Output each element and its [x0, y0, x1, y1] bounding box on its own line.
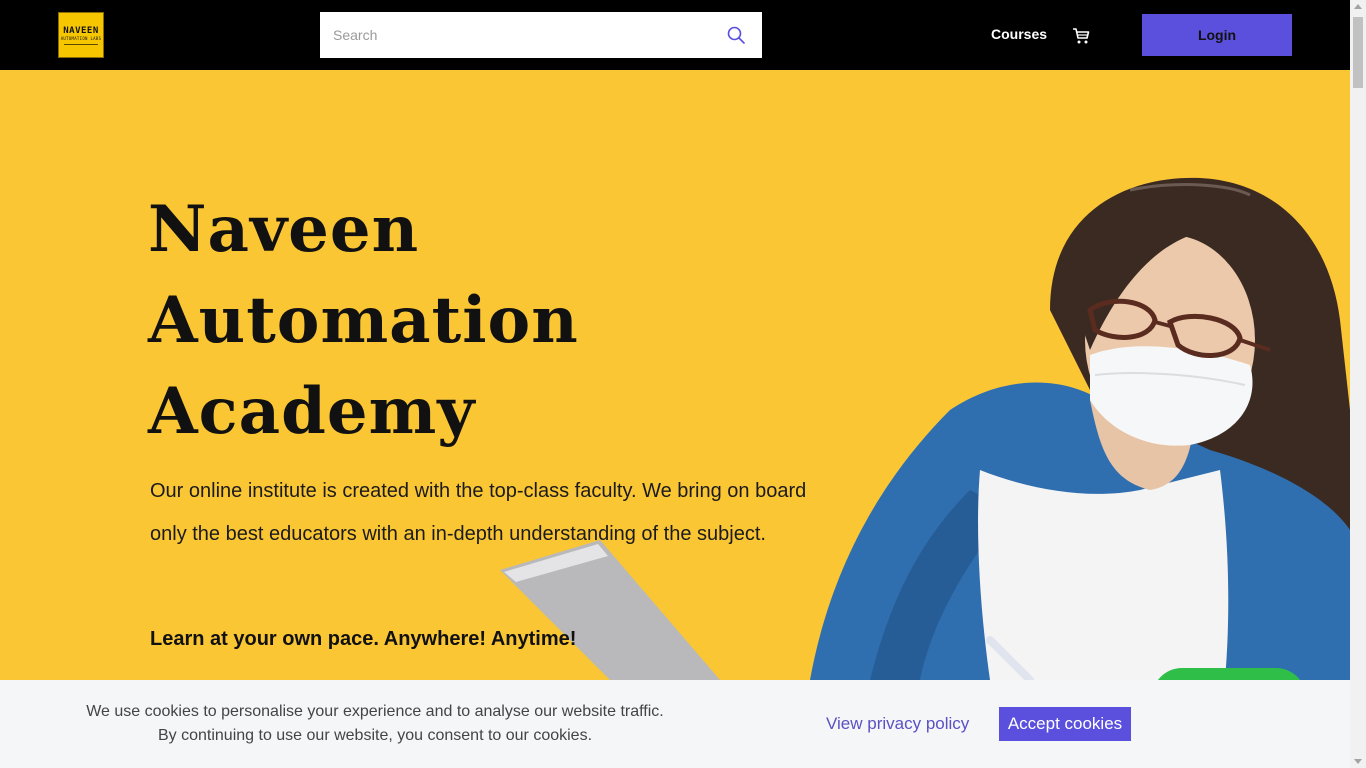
- search-input[interactable]: [320, 13, 700, 57]
- cookie-banner: We use cookies to personalise your exper…: [0, 680, 1350, 768]
- hero-title-line1: Naveen: [148, 192, 420, 267]
- hero-title: Naveen Automation Academy: [148, 184, 788, 457]
- scroll-down-arrow-icon[interactable]: [1354, 759, 1362, 764]
- scrollbar-thumb[interactable]: [1353, 17, 1363, 88]
- accept-cookies-button[interactable]: Accept cookies: [999, 707, 1131, 741]
- scroll-up-arrow-icon[interactable]: [1354, 4, 1362, 9]
- privacy-policy-link[interactable]: View privacy policy: [826, 714, 969, 734]
- logo-line1: NAVEEN: [63, 25, 99, 36]
- hero-tagline: Learn at your own pace. Anywhere! Anytim…: [150, 628, 577, 650]
- search-icon[interactable]: [726, 25, 746, 45]
- search-box: [320, 12, 762, 58]
- hero-title-line3: Academy: [148, 374, 476, 449]
- login-button[interactable]: Login: [1142, 14, 1292, 56]
- cookie-message: We use cookies to personalise your exper…: [86, 703, 664, 744]
- logo-divider: [64, 43, 98, 45]
- page-scrollbar[interactable]: [1350, 0, 1366, 768]
- hero-description: Our online institute is created with the…: [150, 480, 807, 545]
- nav-courses-link[interactable]: Courses: [991, 26, 1047, 42]
- site-logo[interactable]: NAVEEN AUTOMATION LABS: [58, 12, 104, 58]
- cart-icon[interactable]: [1072, 27, 1090, 45]
- hero-title-line2: Automation: [148, 283, 579, 358]
- top-navbar: NAVEEN AUTOMATION LABS Courses Login: [0, 0, 1350, 70]
- logo-line2: AUTOMATION LABS: [60, 35, 102, 41]
